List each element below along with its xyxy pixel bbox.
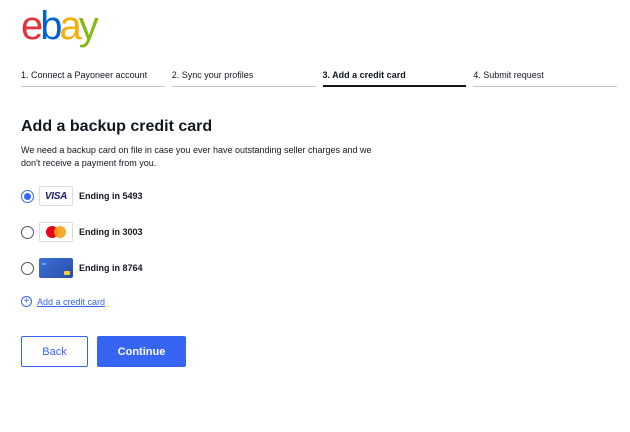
progress-steps: 1. Connect a Payoneer account 2. Sync yo… (21, 70, 617, 87)
logo-letter-y: y (78, 4, 99, 48)
ebay-logo[interactable]: e b a y (21, 4, 99, 48)
plus-circle-icon: + (21, 296, 32, 307)
page-description: We need a backup card on file in case yo… (21, 145, 372, 168)
logo-letter-e: e (21, 4, 43, 48)
continue-button[interactable]: Continue (97, 336, 186, 367)
visa-logo-icon: VISA (39, 186, 73, 206)
card-option-5493[interactable]: VISA Ending in 5493 (21, 186, 143, 206)
card-option-3003[interactable]: Ending in 3003 (21, 222, 143, 242)
logo-letter-a: a (59, 4, 82, 48)
add-credit-card-label[interactable]: Add a credit card (37, 297, 105, 307)
card-label-8764: Ending in 8764 (79, 263, 143, 273)
step-sync-profiles: 2. Sync your profiles (171, 70, 316, 87)
step-add-credit-card: 3. Add a credit card (322, 70, 467, 87)
mastercard-logo-icon (39, 222, 73, 242)
card-radio-8764[interactable] (21, 261, 34, 275)
card-label-3003: Ending in 3003 (79, 227, 143, 237)
logo-letter-b: b (40, 4, 62, 48)
card-radio-5493[interactable] (21, 189, 34, 203)
back-button[interactable]: Back (21, 336, 88, 367)
card-label-5493: Ending in 5493 (79, 191, 143, 201)
card-option-8764[interactable]: ••• Ending in 8764 (21, 258, 143, 278)
card-radio-3003[interactable] (21, 225, 34, 239)
add-credit-card-link[interactable]: + Add a credit card (21, 296, 105, 307)
page-title: Add a backup credit card (21, 118, 213, 135)
step-connect-payoneer: 1. Connect a Payoneer account (21, 70, 165, 87)
ebay-card-icon: ••• (39, 258, 73, 278)
step-submit-request: 4. Submit request (473, 70, 617, 87)
